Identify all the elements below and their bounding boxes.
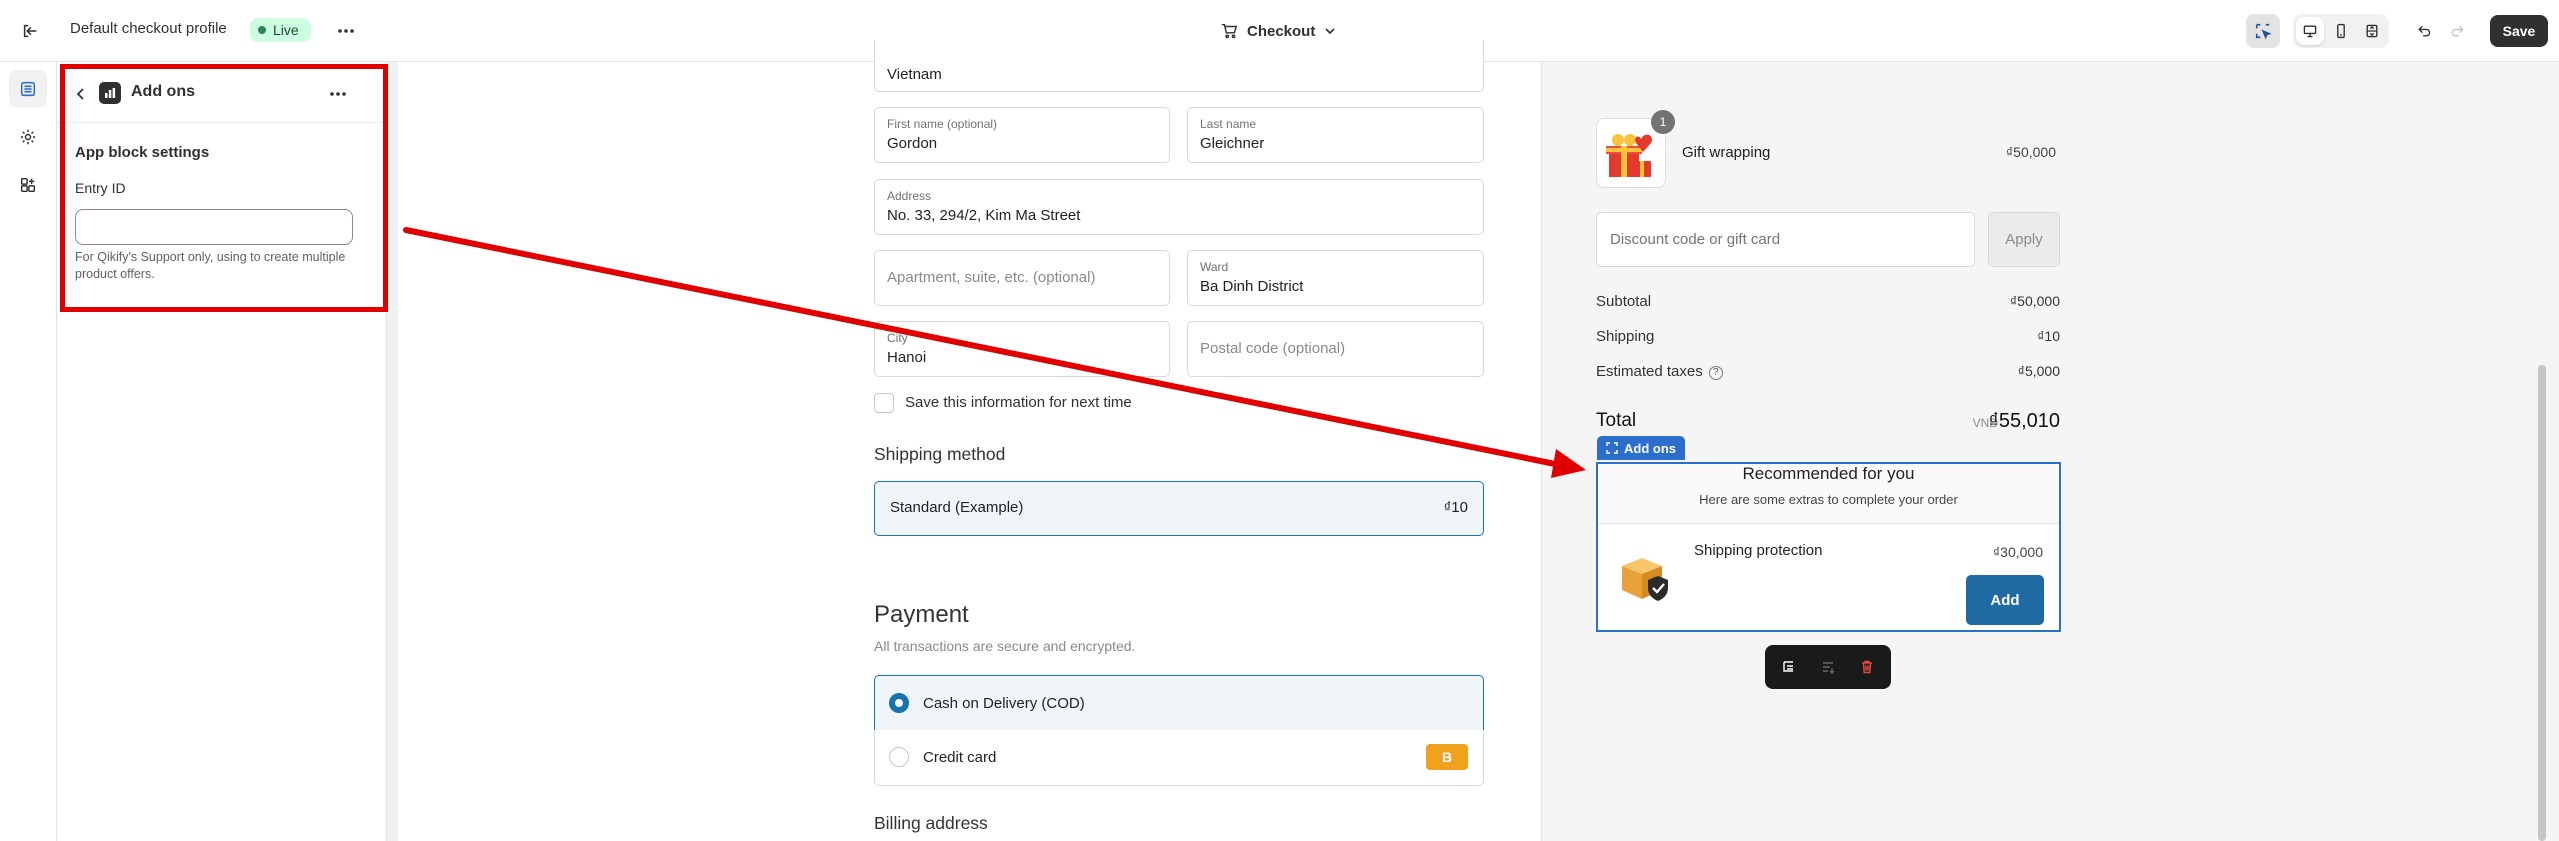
- addons-selection-tag[interactable]: Add ons: [1597, 436, 1685, 460]
- payment-option-credit-card[interactable]: Credit card B: [874, 730, 1484, 786]
- ward-label: Ward: [1200, 260, 1229, 274]
- city-field[interactable]: City Hanoi: [874, 321, 1170, 377]
- item-price: ₫50,000: [2006, 144, 2057, 160]
- addon-product-name: Shipping protection: [1694, 542, 1823, 559]
- addons-tag-label: Add ons: [1624, 440, 1676, 456]
- first-name-value: Gordon: [887, 135, 938, 152]
- shipping-value: ₫10: [2037, 328, 2060, 344]
- settings-gear-icon[interactable]: [9, 118, 47, 156]
- payment-heading: Payment: [874, 601, 969, 628]
- block-select-icon: [1606, 442, 1618, 454]
- last-name-label: Last name: [1200, 117, 1257, 131]
- cod-radio[interactable]: [889, 693, 909, 713]
- status-badge: Live: [250, 18, 311, 42]
- page-selector-label: Checkout: [1247, 22, 1316, 40]
- addons-block[interactable]: Recommended for you Here are some extras…: [1596, 462, 2061, 632]
- addons-title: Recommended for you: [1742, 464, 1915, 483]
- payment-option-cod[interactable]: Cash on Delivery (COD): [874, 675, 1484, 731]
- taxes-label: Estimated taxes: [1596, 363, 1703, 380]
- mobile-icon[interactable]: [2327, 17, 2355, 45]
- ward-value: Ba Dinh District: [1200, 278, 1304, 295]
- apartment-field[interactable]: Apartment, suite, etc. (optional): [874, 250, 1170, 306]
- addon-product-price: ₫30,000: [1992, 544, 2043, 560]
- select-parent-icon[interactable]: [1777, 655, 1801, 679]
- postal-code-field[interactable]: Postal code (optional): [1187, 321, 1484, 377]
- postal-code-placeholder: Postal code (optional): [1200, 340, 1346, 357]
- fullscreen-icon[interactable]: [2358, 17, 2386, 45]
- first-name-label: First name (optional): [887, 117, 998, 131]
- total-value: ₫55,010: [1988, 410, 2060, 432]
- item-name: Gift wrapping: [1682, 144, 1771, 161]
- icon-rail: [0, 62, 57, 841]
- taxes-value: ₫5,000: [2017, 363, 2060, 379]
- save-button[interactable]: Save: [2490, 15, 2548, 47]
- apps-icon[interactable]: [9, 166, 47, 204]
- payment-subtitle: All transactions are secure and encrypte…: [874, 638, 1136, 654]
- inspector-icon[interactable]: [2246, 14, 2280, 48]
- shipping-method-heading: Shipping method: [874, 444, 1006, 464]
- sections-icon[interactable]: [9, 70, 47, 108]
- move-block-icon[interactable]: [1816, 655, 1840, 679]
- subtotal-label: Subtotal: [1596, 293, 1652, 310]
- taxes-row: Estimated taxes? ₫5,000: [1596, 363, 2060, 380]
- address-value: No. 33, 294/2, Kim Ma Street: [887, 207, 1081, 224]
- shipping-option[interactable]: Standard (Example) ₫10: [874, 481, 1484, 536]
- address-label: Address: [887, 189, 932, 203]
- undo-icon[interactable]: [2410, 17, 2438, 45]
- more-actions-icon[interactable]: [332, 17, 360, 45]
- live-dot-icon: [258, 26, 266, 34]
- delete-trash-icon[interactable]: [1855, 655, 1879, 679]
- subtotal-value: ₫50,000: [2009, 293, 2060, 309]
- status-badge-label: Live: [273, 22, 299, 38]
- save-info-label: Save this information for next time: [905, 394, 1132, 411]
- address-field[interactable]: Address No. 33, 294/2, Kim Ma Street: [874, 179, 1484, 235]
- scrollbar-thumb[interactable]: [2538, 365, 2546, 841]
- cart-icon: [1221, 23, 1238, 39]
- last-name-field[interactable]: Last name Gleichner: [1187, 107, 1484, 163]
- total-label: Total: [1596, 410, 1637, 431]
- shipping-protection-image: [1614, 548, 1678, 608]
- chevron-down-icon: [1325, 28, 1335, 35]
- profile-title: Default checkout profile: [70, 20, 227, 37]
- save-info-checkbox[interactable]: [874, 393, 894, 413]
- first-name-field[interactable]: First name (optional) Gordon: [874, 107, 1170, 163]
- quantity-badge: 1: [1651, 110, 1675, 134]
- ward-field[interactable]: Ward Ba Dinh District: [1187, 250, 1484, 306]
- credit-card-label: Credit card: [923, 749, 997, 766]
- shipping-option-name: Standard (Example): [890, 499, 1024, 516]
- block-floating-toolbar: [1765, 645, 1891, 689]
- subtotal-row: Subtotal ₫50,000: [1596, 293, 2060, 310]
- cod-label: Cash on Delivery (COD): [923, 695, 1085, 712]
- country-value: Vietnam: [887, 66, 942, 83]
- credit-card-radio[interactable]: [889, 747, 909, 767]
- device-switcher: [2293, 14, 2389, 48]
- billing-address-heading: Billing address: [874, 813, 988, 833]
- canvas-gutter: [388, 62, 398, 841]
- redo-icon[interactable]: [2444, 17, 2472, 45]
- desktop-icon[interactable]: [2296, 17, 2324, 45]
- addons-header: Recommended for you Here are some extras…: [1598, 464, 2059, 524]
- country-field[interactable]: Vietnam: [874, 40, 1484, 92]
- annotation-highlight-box: [60, 64, 388, 312]
- help-icon[interactable]: ?: [1708, 365, 1723, 380]
- city-label: City: [887, 331, 908, 345]
- apartment-placeholder: Apartment, suite, etc. (optional): [887, 269, 1096, 286]
- city-value: Hanoi: [887, 349, 927, 366]
- shipping-label: Shipping: [1596, 328, 1655, 345]
- order-summary: [1541, 62, 2559, 841]
- add-addon-button[interactable]: Add: [1966, 575, 2044, 625]
- total-row: Total VND ₫55,010: [1596, 410, 2060, 432]
- shipping-row: Shipping ₫10: [1596, 328, 2060, 345]
- apply-button[interactable]: Apply: [1988, 212, 2060, 267]
- discount-code-input[interactable]: [1596, 212, 1975, 267]
- card-brand-badge: B: [1426, 744, 1468, 770]
- shipping-option-price: ₫10: [1443, 499, 1468, 516]
- last-name-value: Gleichner: [1200, 135, 1265, 152]
- exit-icon[interactable]: [16, 17, 44, 45]
- addons-subtitle: Here are some extras to complete your or…: [1699, 492, 1958, 507]
